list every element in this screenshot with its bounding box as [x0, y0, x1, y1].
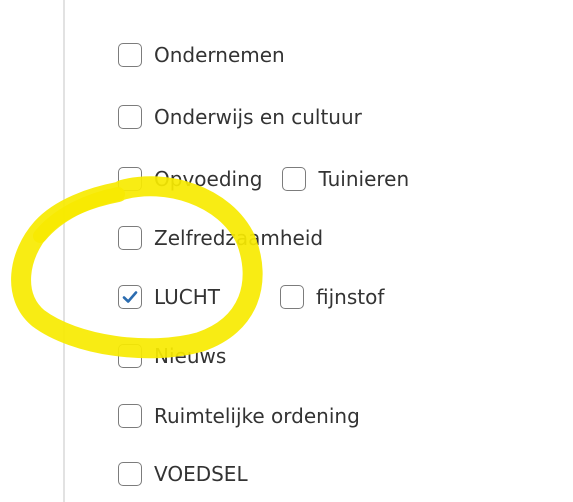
checkbox-onderwijs-en-cultuur[interactable] [118, 105, 142, 129]
option-label-ondernemen: Ondernemen [154, 43, 285, 67]
checkbox-ondernemen[interactable] [118, 43, 142, 67]
option-label-ruimtelijke-ordening: Ruimtelijke ordening [154, 404, 360, 428]
option-voedsel[interactable]: VOEDSEL [118, 460, 248, 488]
option-row-ruimtelijke-ordening: Ruimtelijke ordening [118, 402, 360, 430]
option-label-nieuws: Nieuws [154, 344, 227, 368]
option-label-opvoeding: Opvoeding [154, 167, 263, 191]
option-row-onderwijs-en-cultuur: Onderwijs en cultuur [118, 103, 362, 131]
option-label-fijnstof: fijnstof [316, 285, 385, 309]
option-ondernemen[interactable]: Ondernemen [118, 41, 285, 69]
option-row-lucht-fijnstof: LUCHT fijnstof [118, 283, 384, 311]
option-label-voedsel: VOEDSEL [154, 462, 248, 486]
option-lucht[interactable]: LUCHT [118, 283, 220, 311]
checkbox-tuinieren[interactable] [282, 167, 307, 191]
option-zelfredzaamheid[interactable]: Zelfredzaamheid [118, 224, 323, 252]
option-label-zelfredzaamheid: Zelfredzaamheid [154, 226, 324, 250]
option-label-tuinieren: Tuinieren [318, 167, 410, 191]
option-onderwijs-en-cultuur[interactable]: Onderwijs en cultuur [118, 103, 362, 131]
option-ruimtelijke-ordening[interactable]: Ruimtelijke ordening [118, 402, 360, 430]
option-row-nieuws: Nieuws [118, 342, 226, 370]
option-nieuws[interactable]: Nieuws [118, 342, 226, 370]
screenshot-canvas: Ondernemen Onderwijs en cultuur Opvoedin… [0, 0, 573, 502]
checkmark-icon [122, 291, 138, 303]
checkbox-zelfredzaamheid[interactable] [118, 226, 142, 250]
option-row-voedsel: VOEDSEL [118, 460, 248, 488]
option-opvoeding[interactable]: Opvoeding [118, 165, 262, 193]
option-row-zelfredzaamheid: Zelfredzaamheid [118, 224, 323, 252]
category-checkbox-panel: Ondernemen Onderwijs en cultuur Opvoedin… [63, 0, 573, 502]
option-label-onderwijs-en-cultuur: Onderwijs en cultuur [154, 105, 362, 129]
option-fijnstof[interactable]: fijnstof [280, 283, 384, 311]
option-label-lucht: LUCHT [154, 285, 221, 309]
option-row-ondernemen: Ondernemen [118, 41, 285, 69]
checkbox-ruimtelijke-ordening[interactable] [118, 404, 142, 428]
checkbox-lucht[interactable] [118, 285, 142, 309]
checkbox-voedsel[interactable] [118, 462, 142, 486]
checkbox-opvoeding[interactable] [118, 167, 142, 191]
option-row-opvoeding-tuinieren: Opvoeding Tuinieren [118, 165, 409, 193]
checkbox-fijnstof[interactable] [280, 285, 305, 309]
checkbox-nieuws[interactable] [118, 344, 142, 368]
option-tuinieren[interactable]: Tuinieren [282, 165, 409, 193]
